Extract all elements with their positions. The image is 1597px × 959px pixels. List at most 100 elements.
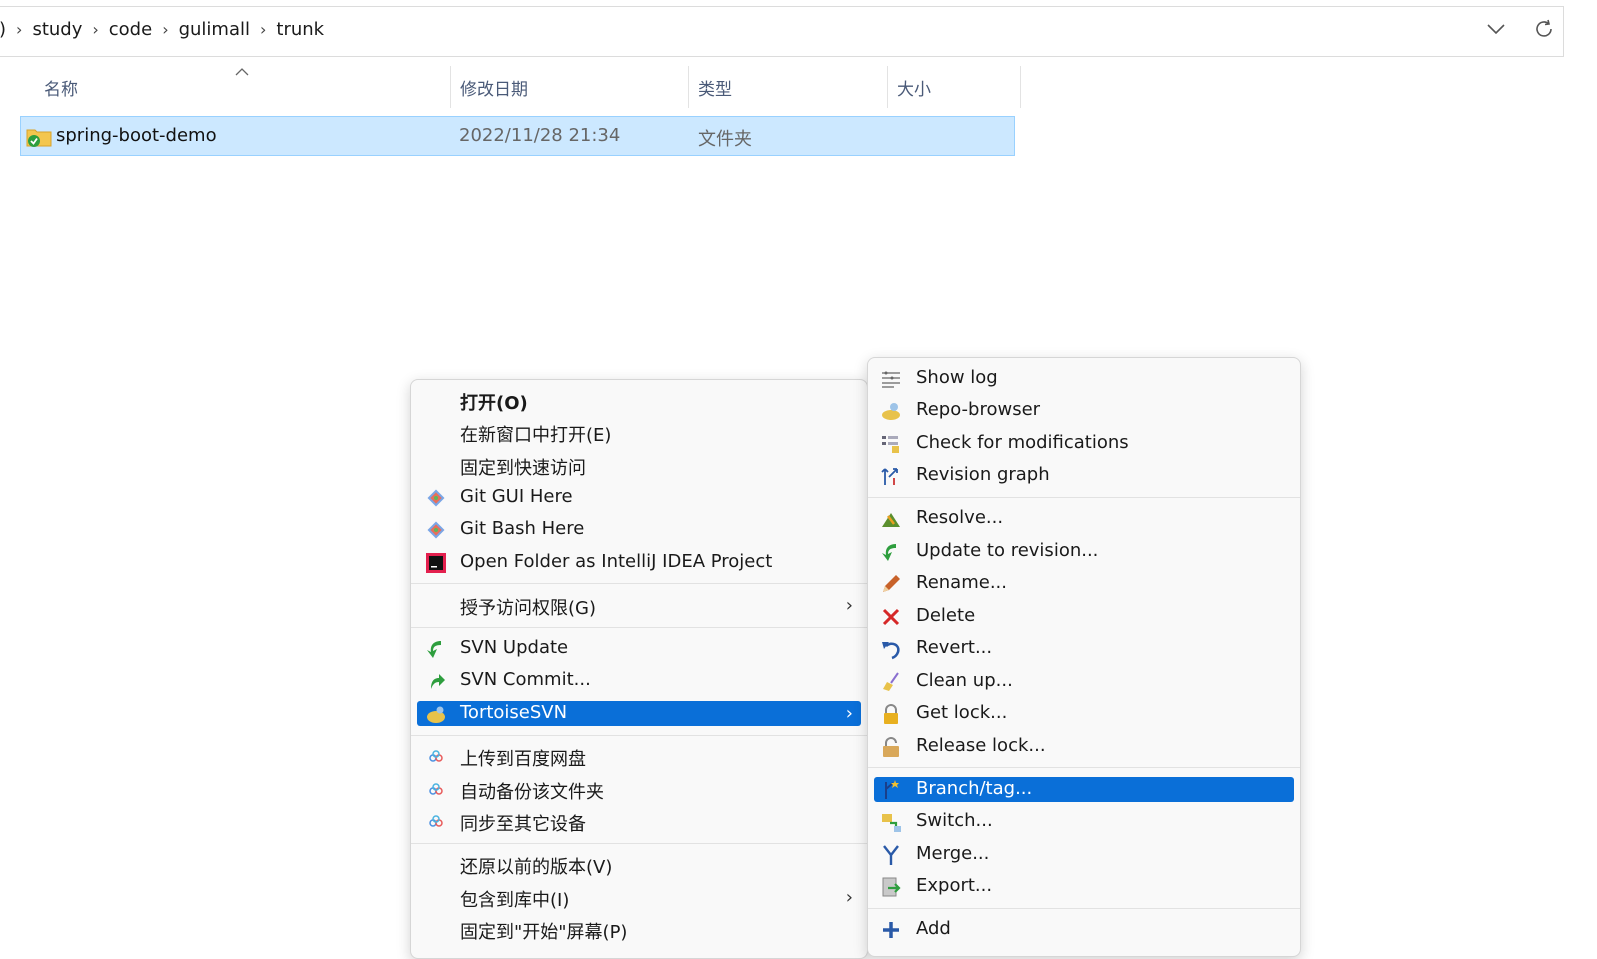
unlock-icon bbox=[883, 737, 899, 757]
breadcrumb-separator[interactable]: › bbox=[92, 20, 98, 39]
switch-icon bbox=[882, 814, 901, 832]
refresh-icon[interactable] bbox=[1533, 18, 1555, 40]
menu-item-label: Update to revision... bbox=[916, 540, 1099, 561]
menu-item-branch-tag[interactable]: Branch/tag... bbox=[874, 777, 1294, 802]
menu-item-label: Branch/tag... bbox=[916, 778, 1033, 799]
address-bar[interactable]: ) › study › code › gulimall › trunk bbox=[0, 6, 1564, 57]
menu-item-auto-backup[interactable]: 自动备份该文件夹 bbox=[417, 777, 861, 803]
file-type: 文件夹 bbox=[698, 129, 752, 150]
baidu-cloud-icon bbox=[429, 750, 443, 762]
menu-item-pin-quick-access[interactable]: 固定到快速访问 bbox=[417, 453, 861, 479]
menu-item-show-log[interactable]: Show log bbox=[874, 366, 1294, 391]
column-header-type[interactable]: 类型 bbox=[689, 66, 888, 108]
menu-item-label: 自动备份该文件夹 bbox=[460, 782, 604, 803]
menu-item-delete[interactable]: Delete bbox=[874, 604, 1294, 629]
submenu-arrow-icon: › bbox=[845, 703, 853, 724]
baidu-cloud-icon bbox=[429, 783, 443, 795]
column-header-name-label: 名称 bbox=[44, 79, 78, 100]
menu-item-revert[interactable]: Revert... bbox=[874, 636, 1294, 661]
menu-item-release-lock[interactable]: Release lock... bbox=[874, 734, 1294, 759]
menu-separator bbox=[411, 583, 867, 584]
menu-item-pin-start[interactable]: 固定到"开始"屏幕(P) bbox=[417, 917, 861, 943]
column-header-size[interactable]: 大小 bbox=[888, 66, 1021, 108]
menu-item-label: Revision graph bbox=[916, 464, 1050, 485]
menu-item-label: Resolve... bbox=[916, 507, 1004, 528]
svn-commit-icon bbox=[431, 674, 445, 689]
menu-item-restore-versions[interactable]: 还原以前的版本(V) bbox=[417, 852, 861, 878]
menu-item-open-new-window[interactable]: 在新窗口中打开(E) bbox=[417, 420, 861, 446]
tortoisesvn-submenu: Show log Repo-browser Check for modifica… bbox=[867, 357, 1301, 957]
svn-folder-icon bbox=[26, 129, 52, 147]
menu-item-open[interactable]: 打开(O) bbox=[417, 388, 861, 414]
revision-graph-icon bbox=[881, 468, 898, 485]
menu-item-label: Clean up... bbox=[916, 670, 1013, 691]
git-icon bbox=[427, 521, 445, 539]
menu-item-label: Release lock... bbox=[916, 735, 1046, 756]
menu-item-repo-browser[interactable]: Repo-browser bbox=[874, 398, 1294, 423]
menu-item-label: Git Bash Here bbox=[460, 518, 585, 539]
menu-item-sync-devices[interactable]: 同步至其它设备 bbox=[417, 809, 861, 835]
breadcrumb-separator[interactable]: › bbox=[260, 20, 266, 39]
menu-item-label: TortoiseSVN bbox=[460, 702, 568, 723]
menu-item-merge[interactable]: Merge... bbox=[874, 842, 1294, 867]
export-icon bbox=[882, 877, 901, 897]
show-log-icon bbox=[882, 371, 900, 388]
update-revision-icon bbox=[882, 544, 896, 561]
menu-separator bbox=[868, 497, 1300, 498]
menu-item-revision-graph[interactable]: Revision graph bbox=[874, 463, 1294, 488]
menu-item-resolve[interactable]: Resolve... bbox=[874, 506, 1294, 531]
resolve-icon bbox=[882, 513, 900, 527]
breadcrumb-code[interactable]: code bbox=[109, 19, 152, 40]
menu-item-upload-baidu[interactable]: 上传到百度网盘 bbox=[417, 744, 861, 770]
breadcrumb-trunk[interactable]: trunk bbox=[276, 19, 324, 40]
menu-item-check-modifications[interactable]: Check for modifications bbox=[874, 431, 1294, 456]
menu-item-git-bash[interactable]: Git Bash Here bbox=[417, 517, 861, 542]
chevron-down-icon[interactable] bbox=[1485, 18, 1507, 40]
menu-item-add[interactable]: Add bbox=[874, 917, 1294, 942]
menu-item-tortoisesvn[interactable]: TortoiseSVN › bbox=[417, 701, 861, 726]
menu-item-svn-update[interactable]: SVN Update bbox=[417, 636, 861, 661]
menu-item-svn-commit[interactable]: SVN Commit... bbox=[417, 668, 861, 693]
lock-icon bbox=[884, 704, 898, 724]
menu-item-label: Export... bbox=[916, 875, 993, 896]
menu-item-get-lock[interactable]: Get lock... bbox=[874, 701, 1294, 726]
breadcrumb-lead: ) bbox=[0, 19, 6, 40]
file-row[interactable]: spring-boot-demo 2022/11/28 21:34 文件夹 bbox=[20, 116, 1015, 156]
baidu-cloud-icon bbox=[429, 815, 443, 827]
file-name: spring-boot-demo bbox=[56, 125, 217, 146]
breadcrumb-study[interactable]: study bbox=[32, 19, 82, 40]
menu-item-label: Merge... bbox=[916, 843, 990, 864]
menu-item-label: Show log bbox=[916, 367, 998, 388]
menu-item-label: 打开(O) bbox=[460, 393, 528, 414]
menu-item-grant-access[interactable]: 授予访问权限(G) › bbox=[417, 593, 861, 619]
submenu-arrow-icon: › bbox=[845, 595, 853, 616]
breadcrumb: ) › study › code › gulimall › trunk bbox=[0, 19, 324, 40]
file-date: 2022/11/28 21:34 bbox=[459, 125, 621, 146]
column-header-size-label: 大小 bbox=[897, 79, 931, 100]
menu-item-label: Switch... bbox=[916, 810, 993, 831]
menu-separator bbox=[411, 843, 867, 844]
git-icon bbox=[427, 489, 445, 507]
menu-item-switch[interactable]: Switch... bbox=[874, 809, 1294, 834]
menu-item-clean-up[interactable]: Clean up... bbox=[874, 669, 1294, 694]
menu-item-label: 包含到库中(I) bbox=[460, 890, 570, 911]
menu-item-export[interactable]: Export... bbox=[874, 874, 1294, 899]
menu-separator bbox=[411, 735, 867, 736]
menu-item-label: Git GUI Here bbox=[460, 486, 573, 507]
menu-item-rename[interactable]: Rename... bbox=[874, 571, 1294, 596]
menu-item-open-intellij[interactable]: Open Folder as IntelliJ IDEA Project bbox=[417, 550, 861, 575]
menu-separator bbox=[411, 627, 867, 628]
submenu-arrow-icon: › bbox=[845, 887, 853, 908]
menu-item-label: Revert... bbox=[916, 637, 993, 658]
menu-item-label: Rename... bbox=[916, 572, 1007, 593]
breadcrumb-gulimall[interactable]: gulimall bbox=[179, 19, 250, 40]
menu-item-label: Open Folder as IntelliJ IDEA Project bbox=[460, 551, 773, 572]
menu-item-include-library[interactable]: 包含到库中(I) › bbox=[417, 885, 861, 911]
svn-update-icon bbox=[427, 641, 441, 658]
column-header-date[interactable]: 修改日期 bbox=[451, 66, 689, 108]
menu-item-git-gui[interactable]: Git GUI Here bbox=[417, 485, 861, 510]
add-plus-icon bbox=[883, 922, 899, 938]
breadcrumb-separator[interactable]: › bbox=[162, 20, 168, 39]
menu-item-label: 固定到快速访问 bbox=[460, 458, 586, 479]
menu-item-update-to-revision[interactable]: Update to revision... bbox=[874, 539, 1294, 564]
